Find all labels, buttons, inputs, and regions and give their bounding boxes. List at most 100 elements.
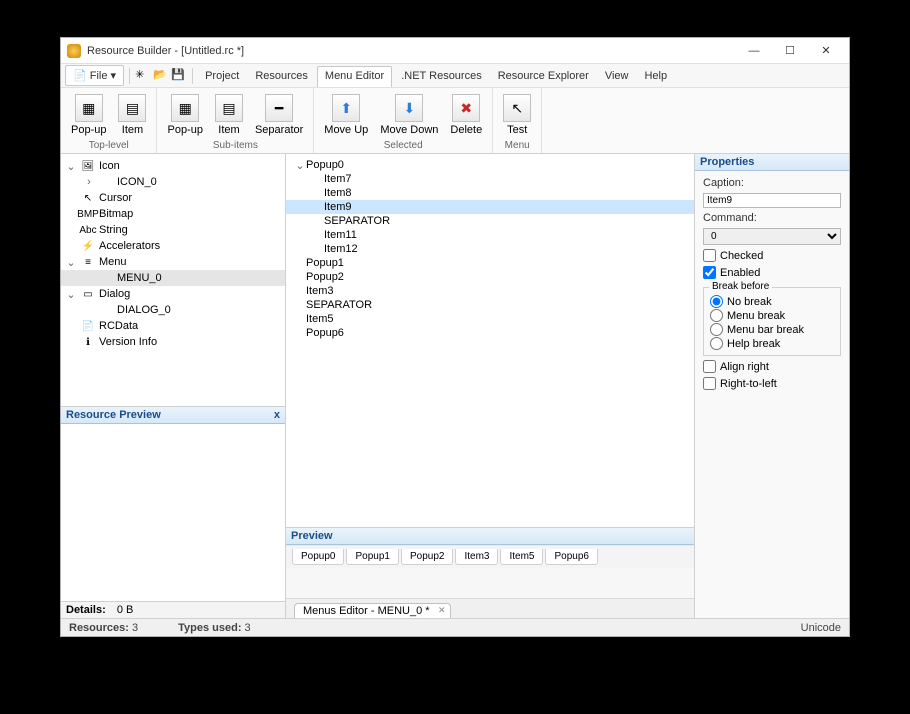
tree-row[interactable]: 📄RCData (61, 318, 285, 334)
btn-delete[interactable]: ✖Delete (446, 92, 486, 138)
checked-box[interactable] (703, 249, 716, 262)
tree-row[interactable]: ℹVersion Info (61, 334, 285, 350)
menu-tree-row[interactable]: SEPARATOR (286, 214, 694, 228)
resource-tree[interactable]: ⌄🖼Icon›ICON_0↖CursorBMPBitmapAbcString⚡A… (61, 154, 285, 406)
popup-icon: ▦ (75, 94, 103, 122)
document-tab[interactable]: Menus Editor - MENU_0 * ✕ (294, 603, 451, 618)
tree-row[interactable]: ⌄🖼Icon (61, 158, 285, 174)
save-icon[interactable]: 💾 (171, 68, 187, 84)
tree-item-label: Icon (99, 160, 120, 172)
break-radio-label: Menu break (727, 310, 785, 322)
tree-row[interactable]: ›ICON_0 (61, 174, 285, 190)
preview-tab[interactable]: Popup2 (401, 549, 453, 565)
menu-tree-row[interactable]: Popup2 (286, 270, 694, 284)
tree-row[interactable]: ↖Cursor (61, 190, 285, 206)
align-right-checkbox[interactable]: Align right (703, 360, 841, 373)
preview-tab[interactable]: Item3 (455, 549, 498, 565)
menubar-sep (192, 68, 193, 84)
btn-sub-separator[interactable]: ━Separator (251, 92, 307, 138)
menu-tree[interactable]: ⌄Popup0Item7Item8Item9SEPARATORItem11Ite… (286, 154, 694, 527)
menu-project[interactable]: Project (198, 67, 246, 85)
menu-tree-row[interactable]: Item7 (286, 172, 694, 186)
break-radio-input[interactable] (710, 309, 723, 322)
break-radio-input[interactable] (710, 323, 723, 336)
document-tab-close[interactable]: ✕ (438, 605, 446, 616)
tree-item-icon: 📄 (81, 319, 95, 333)
preview-tab[interactable]: Popup6 (545, 549, 597, 565)
main-body: ⌄🖼Icon›ICON_0↖CursorBMPBitmapAbcString⚡A… (61, 154, 849, 618)
break-radio[interactable]: Menu bar break (710, 323, 834, 336)
preview-panel: Preview Popup0Popup1Popup2Item3Item5Popu… (286, 527, 694, 568)
tree-item-icon: ≡ (81, 255, 95, 269)
tree-item-label: String (99, 224, 128, 236)
tree-twisty[interactable]: ⌄ (65, 160, 77, 173)
tree-row[interactable]: AbcString (61, 222, 285, 238)
preview-tab[interactable]: Popup0 (292, 549, 344, 565)
rtl-checkbox[interactable]: Right-to-left (703, 377, 841, 390)
minimize-button[interactable]: — (741, 43, 767, 59)
document-tab-label: Menus Editor - MENU_0 * (303, 605, 430, 617)
menu-tree-row[interactable]: Item8 (286, 186, 694, 200)
menu-view[interactable]: View (598, 67, 636, 85)
menu-resource-explorer[interactable]: Resource Explorer (491, 67, 596, 85)
break-radio[interactable]: No break (710, 295, 834, 308)
center-column: ⌄Popup0Item7Item8Item9SEPARATORItem11Ite… (286, 154, 694, 618)
tree-twisty[interactable]: ⌄ (294, 159, 306, 172)
menu-tree-row[interactable]: Popup6 (286, 326, 694, 340)
rtl-box[interactable] (703, 377, 716, 390)
menu-file[interactable]: 📄 File ▾ (65, 65, 124, 86)
tree-item-icon: ⚡ (81, 239, 95, 253)
break-radio[interactable]: Help break (710, 337, 834, 350)
btn-test[interactable]: ↖Test (499, 92, 535, 138)
break-radio[interactable]: Menu break (710, 309, 834, 322)
preview-tab[interactable]: Item5 (500, 549, 543, 565)
menu-tree-row[interactable]: Item9 (286, 200, 694, 214)
tree-row[interactable]: ⌄≡Menu (61, 254, 285, 270)
enabled-checkbox[interactable]: Enabled (703, 266, 841, 279)
align-right-box[interactable] (703, 360, 716, 373)
menu-tree-row[interactable]: Item5 (286, 312, 694, 326)
menu-tree-row[interactable]: Item11 (286, 228, 694, 242)
btn-sub-popup[interactable]: ▦Pop-up (163, 92, 206, 138)
tree-twisty[interactable]: ⌄ (65, 288, 77, 301)
tree-row[interactable]: ⌄▭Dialog (61, 286, 285, 302)
break-before-legend: Break before (709, 281, 772, 292)
preview-tab[interactable]: Popup1 (346, 549, 398, 565)
break-radio-input[interactable] (710, 295, 723, 308)
btn-toplevel-popup[interactable]: ▦Pop-up (67, 92, 110, 138)
menu-resources[interactable]: Resources (248, 67, 315, 85)
tree-row[interactable]: ⚡Accelerators (61, 238, 285, 254)
tree-row[interactable]: DIALOG_0 (61, 302, 285, 318)
break-radio-input[interactable] (710, 337, 723, 350)
btn-move-up[interactable]: ⬆Move Up (320, 92, 372, 138)
menu-tree-row[interactable]: ⌄Popup0 (286, 158, 694, 172)
preview-tabs: Popup0Popup1Popup2Item3Item5Popup6 (286, 545, 694, 568)
new-icon[interactable]: ✳ (135, 68, 151, 84)
btn-move-down[interactable]: ⬇Move Down (376, 92, 442, 138)
open-icon[interactable]: 📂 (153, 68, 169, 84)
tree-twisty[interactable]: ⌄ (65, 256, 77, 269)
tree-twisty[interactable]: › (83, 176, 95, 188)
btn-sub-item[interactable]: ▤Item (211, 92, 247, 138)
caption-input[interactable] (703, 193, 841, 208)
menu-tree-row[interactable]: SEPARATOR (286, 298, 694, 312)
tree-row[interactable]: BMPBitmap (61, 206, 285, 222)
menu-tree-row[interactable]: Item3 (286, 284, 694, 298)
menu-tree-row[interactable]: Popup1 (286, 256, 694, 270)
enabled-box[interactable] (703, 266, 716, 279)
menu-net-resources[interactable]: .NET Resources (394, 67, 489, 85)
titlebar: Resource Builder - [Untitled.rc *] — ☐ ✕ (61, 38, 849, 64)
tree-row[interactable]: MENU_0 (61, 270, 285, 286)
break-radio-label: No break (727, 296, 772, 308)
maximize-button[interactable]: ☐ (777, 43, 803, 59)
close-button[interactable]: ✕ (813, 43, 839, 59)
menu-help[interactable]: Help (637, 67, 674, 85)
menu-menu-editor[interactable]: Menu Editor (317, 66, 392, 87)
menu-tree-row[interactable]: Item12 (286, 242, 694, 256)
tree-item-icon (99, 175, 113, 189)
command-select[interactable]: 0 (703, 228, 841, 245)
resource-preview-close[interactable]: x (274, 409, 280, 421)
btn-toplevel-item[interactable]: ▤Item (114, 92, 150, 138)
checked-checkbox[interactable]: Checked (703, 249, 841, 262)
statusbar: Resources: 3 Types used: 3 Unicode (61, 618, 849, 636)
